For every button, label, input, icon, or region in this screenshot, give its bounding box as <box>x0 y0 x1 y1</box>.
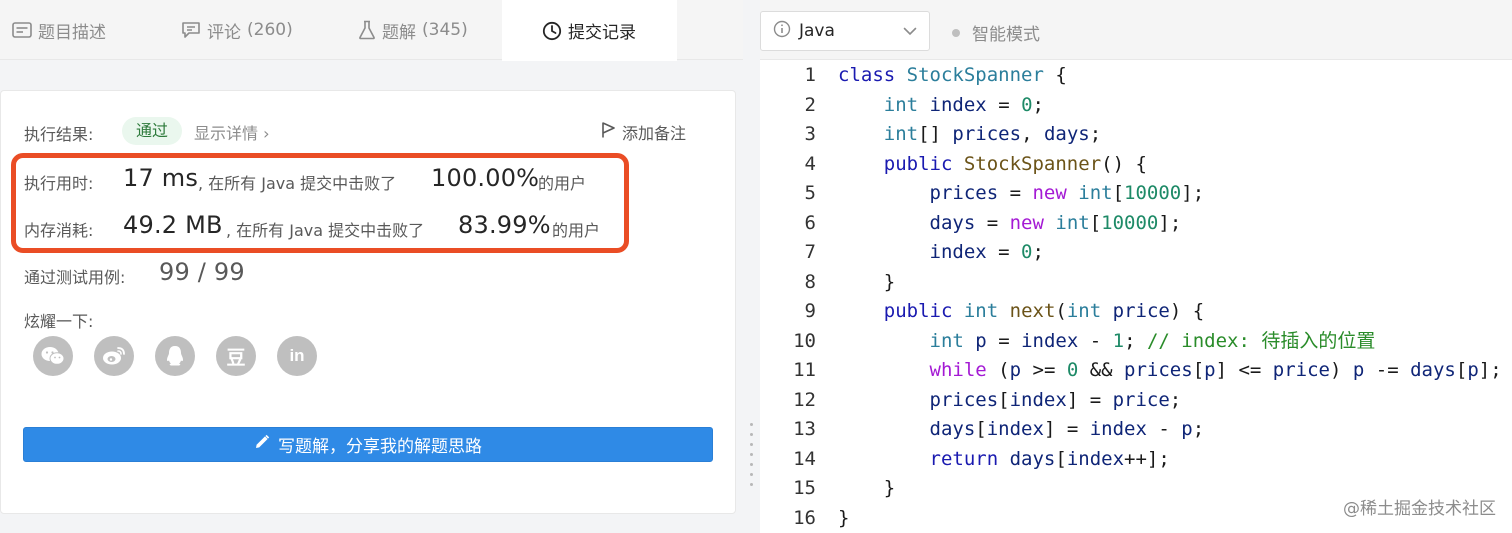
code-line[interactable]: days[index] = index - p; <box>838 415 1205 445</box>
tab-label: 题目描述 <box>38 22 106 43</box>
share-icons: 豆 in <box>33 336 317 376</box>
memory-suffix: 的用户 <box>552 221 601 240</box>
tab-label: 题解 <box>382 22 416 43</box>
chevron-down-icon <box>903 21 917 41</box>
status-dot-icon <box>952 28 960 37</box>
editor-toolbar: Java 智能模式 <box>760 0 1512 60</box>
line-number: 4 <box>804 152 816 175</box>
line-number: 13 <box>793 418 816 440</box>
linkedin-glyph: in <box>289 346 305 365</box>
resize-grip-dot <box>750 443 753 446</box>
qq-icon[interactable] <box>155 336 195 376</box>
tab-bar: 题目描述 评论 (260) 题解 (345) 提交记录 <box>0 0 743 61</box>
runtime-suffix: 的用户 <box>538 174 587 193</box>
pencil-icon <box>254 434 270 455</box>
info-icon <box>773 20 791 43</box>
code-line[interactable]: int[] prices, days; <box>838 120 1101 150</box>
resize-grip-dot <box>750 423 753 426</box>
comment-icon <box>181 21 201 39</box>
smart-mode-label: 智能模式 <box>972 25 1040 45</box>
line-number: 9 <box>804 300 816 322</box>
code-line[interactable]: class StockSpanner { <box>838 61 1067 91</box>
resize-grip-dot <box>750 453 753 456</box>
line-number: 2 <box>804 93 816 116</box>
smart-mode-toggle[interactable]: 智能模式 <box>952 20 1040 45</box>
flask-icon <box>358 20 376 40</box>
tests-label: 通过测试用例: <box>24 268 126 287</box>
resize-grip-dot <box>750 473 753 476</box>
line-number: 16 <box>793 506 816 529</box>
code-editor[interactable]: 1 2 3 4 5 6 7 8 9 10 11 12 13 14 15 16 class StockSpann… <box>760 60 1512 533</box>
tab-description[interactable]: 题目描述 <box>12 0 106 60</box>
code-line[interactable]: index = 0; <box>838 238 1044 268</box>
code-line[interactable]: prices[index] = price; <box>838 386 1182 416</box>
tab-label: 提交记录 <box>568 23 636 43</box>
code-line[interactable]: days = new int[10000]; <box>838 209 1182 239</box>
wechat-icon[interactable] <box>33 336 73 376</box>
line-number: 12 <box>793 388 816 411</box>
line-number: 8 <box>804 270 816 293</box>
resize-grip-dot <box>750 463 753 466</box>
code-line[interactable]: while (p >= 0 && prices[p] <= price) p -… <box>838 356 1502 386</box>
weibo-icon[interactable] <box>94 336 134 376</box>
resize-grip-dot <box>750 483 753 486</box>
add-note-button[interactable]: 添加备注 <box>600 120 686 144</box>
line-number: 7 <box>804 241 816 263</box>
line-number: 10 <box>793 329 816 352</box>
line-number: 14 <box>793 447 816 470</box>
code-line[interactable]: } <box>838 268 895 298</box>
memory-label: 内存消耗: <box>24 221 94 240</box>
status-badge: 通过 <box>122 117 183 145</box>
line-number: 5 <box>804 182 816 204</box>
code-line[interactable]: public int next(int price) { <box>838 297 1204 327</box>
flag-icon <box>600 121 616 143</box>
tab-comments[interactable]: 评论 (260) <box>181 0 293 60</box>
tab-count: (345) <box>422 20 468 40</box>
write-solution-label: 写题解，分享我的解题思路 <box>278 437 482 457</box>
tab-submissions[interactable]: 提交记录 <box>502 0 677 61</box>
watermark: @稀土掘金技术社区 <box>1343 499 1496 519</box>
code-line[interactable]: } <box>838 504 849 533</box>
runtime-beat-text: , 在所有 Java 提交中击败了 <box>198 174 397 193</box>
code-line[interactable]: return days[index++]; <box>838 445 1170 475</box>
result-label: 执行结果: <box>24 125 94 144</box>
resize-grip-dot <box>750 433 753 436</box>
write-solution-button[interactable]: 写题解，分享我的解题思路 <box>23 427 713 462</box>
memory-value: 49.2 MB <box>123 211 223 239</box>
language-select[interactable]: Java <box>760 11 930 51</box>
tests-value: 99 / 99 <box>159 258 245 286</box>
code-line[interactable]: int p = index - 1; // index: 待插入的位置 <box>838 327 1376 357</box>
memory-percent: 83.99% <box>458 211 551 239</box>
line-number: 15 <box>793 477 816 499</box>
tab-label: 评论 <box>207 22 241 43</box>
runtime-percent: 100.00% <box>431 164 540 192</box>
code-line[interactable]: public StockSpanner() { <box>838 150 1147 180</box>
tab-count: (260) <box>247 20 293 40</box>
code-line[interactable]: } <box>838 474 895 504</box>
runtime-label: 执行用时: <box>24 174 94 193</box>
linkedin-icon[interactable]: in <box>277 336 317 376</box>
runtime-value: 17 ms <box>123 164 199 192</box>
line-number: 6 <box>804 211 816 234</box>
show-details-link[interactable]: 显示详情 › <box>194 120 270 144</box>
left-pane: 题目描述 评论 (260) 题解 (345) 提交记录 执行结果: 通过 显示详… <box>0 0 743 533</box>
add-note-label: 添加备注 <box>622 124 687 143</box>
code-line[interactable]: int index = 0; <box>838 91 1044 121</box>
card-bottom-spacer <box>0 514 743 533</box>
douban-glyph: 豆 <box>226 346 246 369</box>
line-number: 1 <box>804 64 816 86</box>
share-label: 炫耀一下: <box>24 312 94 331</box>
language-value: Java <box>799 21 835 41</box>
clock-icon <box>542 21 562 41</box>
douban-icon[interactable]: 豆 <box>216 336 256 376</box>
right-pane: Java 智能模式 1 2 3 4 5 6 7 8 9 10 11 12 13 14 15 16 class … <box>760 0 1512 533</box>
tab-solutions[interactable]: 题解 (345) <box>358 0 468 60</box>
line-number: 11 <box>793 359 816 381</box>
code-line[interactable]: prices = new int[10000]; <box>838 179 1205 209</box>
description-icon <box>12 22 32 38</box>
line-number: 3 <box>804 123 816 145</box>
memory-beat-text: , 在所有 Java 提交中击败了 <box>226 221 425 240</box>
